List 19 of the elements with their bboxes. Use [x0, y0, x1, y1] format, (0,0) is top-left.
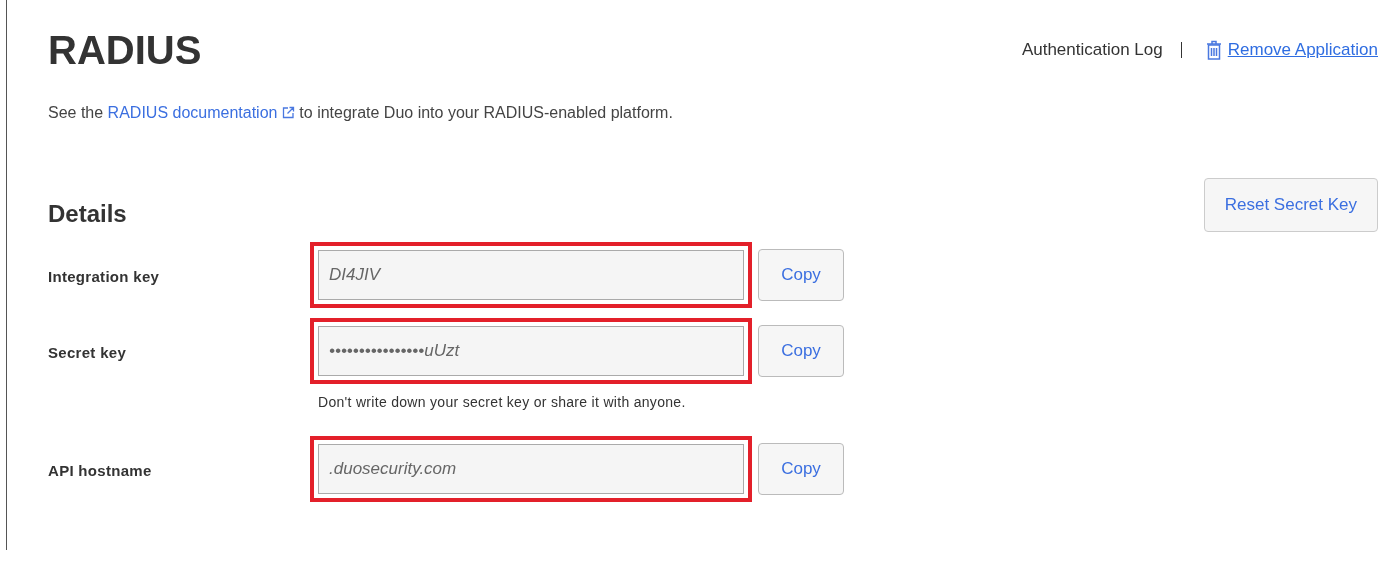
copy-button[interactable]: Copy	[758, 249, 844, 301]
external-link-icon[interactable]	[281, 106, 295, 119]
authentication-log-link[interactable]: Authentication Log	[1021, 40, 1163, 60]
key-field[interactable]: .duosecurity.com	[318, 444, 744, 494]
remove-application-link[interactable]: Remove Application	[1227, 40, 1378, 60]
field-label: Integration key	[48, 268, 161, 285]
copy-button[interactable]: Copy	[758, 443, 844, 495]
section-heading: Details	[48, 200, 127, 228]
intro-text: See the RADIUS documentation to integrate Duo into your RADIUS-enabled platform.	[48, 104, 674, 122]
copy-button[interactable]: Copy	[758, 325, 844, 377]
page-title: RADIUS	[48, 27, 202, 74]
reset-secret-key-button[interactable]: Reset Secret Key	[1203, 178, 1378, 232]
trash-icon[interactable]	[1205, 40, 1222, 60]
field-label: Secret key	[48, 344, 128, 361]
key-field[interactable]: DI4JIV	[318, 250, 744, 300]
documentation-link[interactable]: RADIUS documentation	[107, 104, 278, 121]
key-field[interactable]: ••••••••••••••••uUzt	[318, 326, 744, 376]
hint-text: Don't write down your secret key or share it with anyone.	[318, 394, 687, 410]
field-label: API hostname	[48, 462, 153, 479]
